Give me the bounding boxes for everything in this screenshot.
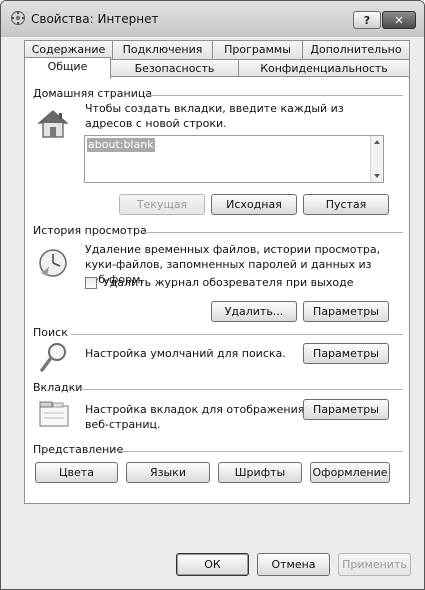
help-button[interactable]: ? (353, 11, 381, 29)
use-current-button[interactable]: Текущая (119, 194, 205, 215)
home-page-description: Чтобы создать вкладки, введите каждый из… (85, 102, 344, 130)
delete-history-button[interactable]: Удалить... (211, 301, 297, 322)
colors-button[interactable]: Цвета (35, 462, 118, 483)
home-page-url: about:blank (87, 138, 155, 152)
search-settings-button[interactable]: Параметры (303, 343, 389, 364)
fonts-button[interactable]: Шрифты (218, 462, 302, 483)
home-icon (37, 110, 69, 138)
apply-button[interactable]: Применить (338, 553, 411, 576)
delete-history-on-exit-label: Удалить журнал обозревателя при выходе (103, 276, 354, 289)
history-clock-icon (39, 249, 67, 277)
delete-history-on-exit-checkbox[interactable] (85, 277, 97, 289)
languages-button[interactable]: Языки (126, 462, 210, 483)
general-tab-panel: Домашняя страница Чтобы создать вкладки,… (24, 76, 410, 504)
home-page-section-title: Домашняя страница (33, 87, 153, 100)
use-default-button[interactable]: Исходная (211, 194, 297, 215)
use-blank-button[interactable]: Пустая (303, 194, 389, 215)
textarea-scrollbar[interactable] (370, 136, 383, 182)
scroll-up-icon[interactable] (374, 140, 380, 144)
history-section-title: История просмотра (33, 224, 147, 237)
internet-properties-window: Свойства: Интернет ? ✕ Содержание Подклю… (0, 0, 425, 590)
search-section-title: Поиск (33, 326, 68, 339)
home-page-textarea[interactable]: about:blank (84, 135, 384, 183)
section-divider (117, 451, 403, 452)
tab-advanced[interactable]: Дополнительно (302, 40, 410, 59)
close-icon: ✕ (394, 14, 404, 27)
appearance-section-title: Представление (33, 443, 124, 456)
tab-connections[interactable]: Подключения (112, 40, 213, 59)
window-title: Свойства: Интернет (31, 12, 159, 26)
tab-general[interactable]: Общие (24, 57, 111, 79)
section-divider (71, 334, 403, 335)
cancel-button[interactable]: Отмена (257, 553, 330, 576)
section-divider (81, 389, 403, 390)
history-settings-button[interactable]: Параметры (303, 301, 389, 322)
internet-options-icon (11, 11, 25, 25)
dialog-body: Содержание Подключения Программы Дополни… (1, 37, 424, 589)
section-divider (148, 95, 403, 96)
search-description: Настройка умолчаний для поиска. (85, 347, 286, 360)
ok-button[interactable]: ОК (176, 553, 249, 576)
tabs-section-title: Вкладки (33, 381, 83, 394)
search-icon (40, 343, 66, 372)
tabs-icon (39, 401, 69, 427)
section-divider (143, 232, 403, 233)
close-button[interactable]: ✕ (382, 11, 416, 29)
accessibility-button[interactable]: Оформление (310, 462, 390, 483)
tabs-settings-button[interactable]: Параметры (303, 399, 389, 420)
help-icon: ? (363, 14, 371, 27)
tabs-description: Настройка вкладок для отображения веб-ст… (85, 403, 305, 431)
tab-programs[interactable]: Программы (212, 40, 303, 59)
title-bar[interactable]: Свойства: Интернет ? ✕ (1, 1, 424, 37)
scroll-down-icon[interactable] (374, 174, 380, 178)
